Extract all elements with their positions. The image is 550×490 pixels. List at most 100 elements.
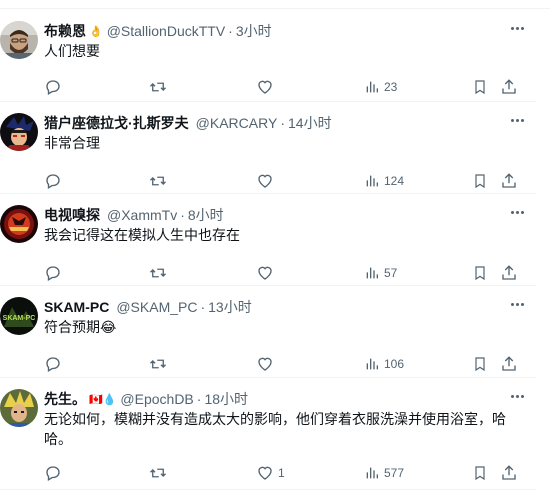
reply-icon <box>46 80 60 95</box>
like-count: 1 <box>278 466 285 480</box>
more-options-icon[interactable] <box>508 297 526 311</box>
retweet-button[interactable] <box>149 354 167 374</box>
like-icon <box>258 174 272 188</box>
user-handle[interactable]: @XammTv <box>107 207 177 223</box>
reply-icon <box>46 466 60 481</box>
bookmark-button[interactable] <box>472 463 488 483</box>
share-icon <box>502 173 516 188</box>
display-name[interactable]: 猎户座德拉戈·扎斯罗夫 <box>44 113 189 133</box>
separator-dot: · <box>200 299 206 315</box>
view-count: 577 <box>384 466 405 480</box>
timestamp[interactable]: 8小时 <box>188 205 224 225</box>
like-button[interactable] <box>256 77 278 97</box>
avatar[interactable] <box>0 205 38 243</box>
action-bar: 23 <box>44 77 524 97</box>
views-button[interactable]: 577 <box>364 463 404 483</box>
tweet[interactable]: 猎户座德拉戈·扎斯罗夫 @KARCARY · 14小时 非常合理 124 <box>0 101 536 194</box>
like-icon <box>258 266 272 280</box>
views-button[interactable]: 106 <box>364 354 404 374</box>
views-icon <box>366 175 378 187</box>
like-button[interactable] <box>256 354 278 374</box>
display-name[interactable]: 布赖恩 <box>44 21 86 41</box>
views-icon <box>366 467 378 479</box>
like-button[interactable]: 1 <box>256 463 285 483</box>
separator-dot: · <box>180 207 185 223</box>
tweet[interactable]: 电视嗅探 @XammTv · 8小时 我会记得这在模拟人生中也存在 57 <box>0 193 536 286</box>
more-options-icon[interactable] <box>508 21 526 35</box>
user-handle[interactable]: @SKAM_PC <box>116 299 197 315</box>
avatar[interactable] <box>0 21 38 59</box>
reply-button[interactable] <box>44 263 62 283</box>
tweet[interactable]: SKAM-PC SKAM-PC @SKAM_PC · 13小时 符合预期😂 10… <box>0 285 536 378</box>
bookmark-button[interactable] <box>472 263 488 283</box>
views-button[interactable]: 57 <box>364 263 397 283</box>
reply-button[interactable] <box>44 171 62 191</box>
reply-button[interactable] <box>44 463 62 483</box>
user-handle[interactable]: @StallionDuckTTV <box>107 23 225 39</box>
tweet-text: 无论如何，模糊并没有造成太大的影响，他们穿着衣服洗澡并使用浴室，哈哈。 <box>44 411 506 447</box>
tweet[interactable]: 布赖恩 👌 @StallionDuckTTV · 3小时 人们想要 23 <box>0 9 536 102</box>
views-button[interactable]: 23 <box>364 77 397 97</box>
retweet-button[interactable] <box>149 171 167 191</box>
reply-button[interactable] <box>44 77 62 97</box>
like-button[interactable] <box>256 171 278 191</box>
share-icon <box>502 265 516 280</box>
bookmark-button[interactable] <box>472 171 488 191</box>
share-icon <box>502 465 516 480</box>
share-button[interactable] <box>500 77 518 97</box>
view-count: 23 <box>384 80 398 94</box>
like-icon <box>258 357 272 371</box>
views-icon <box>366 81 378 93</box>
action-bar: 106 <box>44 354 524 374</box>
timestamp[interactable]: 3小时 <box>236 21 272 41</box>
more-options-icon[interactable] <box>508 205 526 219</box>
display-name[interactable]: 先生。 <box>44 389 86 409</box>
reply-button[interactable] <box>44 354 62 374</box>
retweet-button[interactable] <box>149 463 167 483</box>
bookmark-icon <box>475 357 485 372</box>
bookmark-icon <box>475 80 485 95</box>
share-button[interactable] <box>500 354 518 374</box>
like-icon <box>258 466 272 480</box>
tweet-text: 符合预期😂 <box>44 319 117 335</box>
avatar[interactable]: SKAM-PC <box>0 297 38 335</box>
timestamp[interactable]: 18小时 <box>204 389 248 409</box>
tweet[interactable]: 先生。 🇨🇦💧 @EpochDB · 18小时 无论如何，模糊并没有造成太大的影… <box>0 377 536 490</box>
bookmark-icon <box>475 466 485 481</box>
avatar[interactable] <box>0 113 38 151</box>
bookmark-button[interactable] <box>472 77 488 97</box>
timestamp[interactable]: 14小时 <box>288 113 332 133</box>
user-handle[interactable]: @EpochDB <box>120 391 193 407</box>
bookmark-button[interactable] <box>472 354 488 374</box>
separator-dot: · <box>196 391 202 407</box>
share-button[interactable] <box>500 463 518 483</box>
like-button[interactable] <box>256 263 278 283</box>
avatar[interactable] <box>0 389 38 427</box>
timestamp[interactable]: 13小时 <box>208 297 252 317</box>
user-handle[interactable]: @KARCARY <box>196 115 278 131</box>
retweet-icon <box>150 468 166 478</box>
more-options-icon[interactable] <box>508 389 526 403</box>
share-icon <box>502 79 516 94</box>
reply-icon <box>46 266 60 281</box>
views-button[interactable]: 124 <box>364 171 404 191</box>
action-bar: 1 577 <box>44 463 524 483</box>
bookmark-icon <box>475 266 485 281</box>
reply-icon <box>46 357 60 372</box>
views-icon <box>366 358 378 370</box>
display-name[interactable]: 电视嗅探 <box>44 205 100 225</box>
bookmark-icon <box>475 174 485 189</box>
share-button[interactable] <box>500 263 518 283</box>
action-bar: 57 <box>44 263 524 283</box>
display-name[interactable]: SKAM-PC <box>44 299 109 315</box>
more-options-icon[interactable] <box>508 113 526 127</box>
share-button[interactable] <box>500 171 518 191</box>
retweet-icon <box>150 359 166 369</box>
like-icon <box>258 80 272 94</box>
tweet-header: 电视嗅探 @XammTv · 8小时 <box>44 205 224 225</box>
tweet-header: 先生。 🇨🇦💧 @EpochDB · 18小时 <box>44 389 248 409</box>
views-icon <box>366 267 378 279</box>
retweet-button[interactable] <box>149 263 167 283</box>
retweet-icon <box>150 176 166 186</box>
retweet-button[interactable] <box>149 77 167 97</box>
